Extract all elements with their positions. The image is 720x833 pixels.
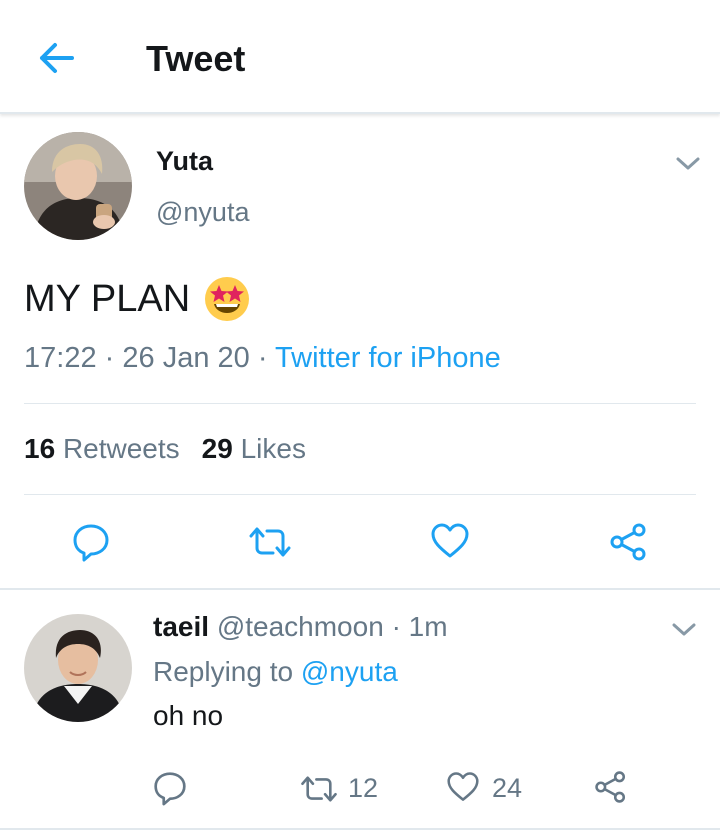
likes-label: Likes [240,433,306,464]
reply-icon [73,524,109,562]
author-avatar[interactable] [24,132,132,240]
heart-icon [431,523,469,558]
page-title: Tweet [146,38,246,79]
tweet-meta: 17:22 · 26 Jan 20 · Twitter for iPhone [24,342,501,375]
retweets-stat[interactable]: 16 Retweets [24,433,180,464]
chevron-down-icon [676,157,700,170]
top-bar: Tweet [0,0,720,114]
reply-author-avatar[interactable] [24,614,132,722]
reply-share-button[interactable] [594,770,628,809]
reply-time: 1m [408,611,448,642]
reply-header: taeil @teachmoon · 1m [153,611,448,643]
reply-separator: · [391,611,401,642]
divider [24,403,696,404]
chevron-down-icon [672,623,696,636]
tweet-text: MY PLAN [24,276,250,322]
retweet-button[interactable] [247,524,293,565]
tweet-time: 17:22 [24,342,97,374]
author-name[interactable]: Yuta [156,146,213,177]
tweet-source-link[interactable]: Twitter for iPhone [275,342,501,374]
reply-text: oh no [153,700,224,731]
tweet-text-content: MY PLAN [24,277,191,320]
author-handle[interactable]: @nyuta [156,197,249,228]
star-struck-emoji [204,276,250,322]
reply-author-handle[interactable]: @teachmoon [217,611,384,642]
divider [24,494,696,495]
reply-reply-button[interactable] [153,770,187,811]
section-divider [0,828,720,830]
replying-mention-link[interactable]: @nyuta [301,656,398,687]
meta-separator: · [104,342,115,374]
heart-icon [447,772,479,801]
like-button[interactable] [430,522,470,565]
replying-to: Replying to @nyuta [153,656,398,688]
likes-count: 29 [201,433,233,464]
reply-retweet-button[interactable] [299,773,339,810]
reply-retweets-count: 12 [348,773,379,803]
reply-author-name[interactable]: taeil [153,611,209,642]
tweet-date: 26 Jan 20 [122,342,250,374]
section-divider [0,588,720,590]
reply-likes-count: 24 [492,773,523,803]
retweets-count: 16 [24,433,56,464]
meta-separator-2: · [257,342,268,374]
tweet-options-button[interactable] [674,154,702,174]
likes-stat[interactable]: 29 Likes [202,433,306,464]
reply-options-button[interactable] [670,620,698,640]
share-icon [595,771,626,803]
reply-icon [154,772,186,806]
retweet-icon [249,527,291,557]
reply-button[interactable] [72,522,110,567]
back-arrow-icon [40,43,74,73]
retweets-label: Retweets [62,433,180,464]
share-button[interactable] [609,522,649,567]
replying-prefix: Replying to [153,656,294,687]
tweet-stats: 16 Retweets 29 Likes [24,433,306,465]
back-button[interactable] [34,38,78,78]
reply-like-button[interactable] [446,771,480,808]
share-icon [610,523,646,561]
retweet-icon [301,776,337,802]
